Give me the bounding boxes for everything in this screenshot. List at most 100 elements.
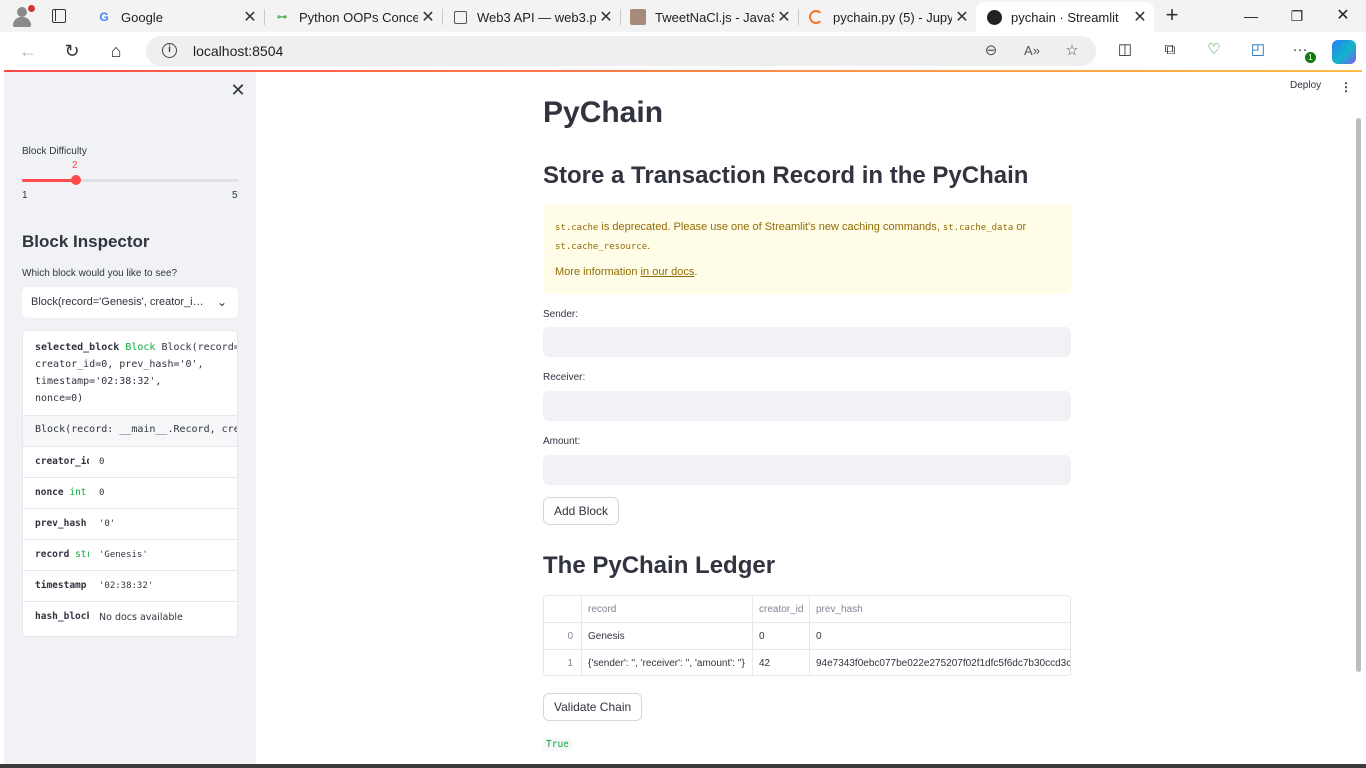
amount-input[interactable] — [543, 455, 1071, 485]
browser-tab-python-oops[interactable]: ⊶ Python OOPs Concep ✕ — [264, 4, 442, 30]
sender-input[interactable] — [543, 327, 1071, 357]
tab-title: pychain · Streamlit — [1011, 9, 1119, 25]
attribute-value: '0' — [99, 519, 116, 529]
tab-title: TweetNaCl.js - JavaSc — [655, 9, 774, 25]
table-cell: 42 — [753, 650, 810, 675]
attribute-name: record str — [35, 549, 89, 560]
browser-tab-google[interactable]: G Google ✕ — [86, 4, 264, 30]
table-row: 0 Genesis 0 0 — [544, 623, 1070, 650]
edge-bar-icon[interactable]: ◰ — [1248, 40, 1268, 60]
restore-window-icon[interactable]: ❐ — [1274, 0, 1320, 32]
url-text[interactable]: localhost:8504 — [193, 43, 283, 59]
column-header[interactable]: record — [582, 596, 753, 623]
validate-chain-button[interactable]: Validate Chain — [543, 693, 643, 721]
column-header[interactable]: creator_id — [753, 596, 810, 623]
table-cell: {'sender': '', 'receiver': '', 'amount':… — [582, 650, 753, 675]
deprecation-warning: st.cache is deprecated. Please use one o… — [543, 204, 1071, 294]
tab-title: Google — [121, 9, 163, 25]
close-window-icon[interactable]: ✕ — [1320, 0, 1366, 32]
attribute-value: '02:38:32' — [99, 581, 154, 591]
attribute-value: No docs available — [99, 612, 183, 623]
scrollbar[interactable] — [1356, 118, 1361, 672]
home-icon[interactable]: ⌂ — [104, 40, 128, 62]
help-attribute-row: prev_hash '0' — [23, 509, 237, 540]
back-icon[interactable]: ← — [16, 40, 40, 62]
table-cell: 0 — [753, 623, 810, 650]
attribute-name: creator_id — [35, 456, 89, 467]
ledger-table[interactable]: record creator_id prev_hash 0 Genesis 0 0 1 {'se… — [543, 595, 1071, 676]
jupyter-loading-icon — [808, 9, 824, 25]
profile-avatar-icon[interactable] — [10, 5, 35, 27]
split-screen-icon[interactable]: ◫ — [1115, 40, 1135, 60]
attribute-name: nonce int — [35, 487, 87, 498]
zoom-icon[interactable]: ⊖ — [982, 42, 1000, 60]
attribute-name: hash_block — [35, 611, 89, 622]
tab-title: pychain.py (5) - Jupyt — [833, 9, 952, 25]
minimize-icon[interactable]: — — [1228, 0, 1274, 32]
close-tab-icon[interactable]: ✕ — [1130, 7, 1150, 27]
amount-label: Amount: — [543, 436, 581, 447]
close-tab-icon[interactable]: ✕ — [774, 7, 794, 27]
store-heading: Store a Transaction Record in the PyChai… — [543, 162, 1029, 189]
close-tab-icon[interactable]: ✕ — [952, 7, 972, 27]
block-inspector-heading: Block Inspector — [22, 232, 150, 251]
main-menu-icon[interactable]: ⋮ — [1340, 80, 1352, 94]
tab-actions-icon[interactable] — [52, 9, 66, 23]
column-header[interactable]: prev_hash — [810, 596, 1070, 623]
table-cell: 94e7343f0ebc077be022e275207f02f1dfc5f6dc… — [816, 658, 1071, 669]
close-tab-icon[interactable]: ✕ — [418, 7, 438, 27]
browser-tab-jupyter[interactable]: pychain.py (5) - Jupyt ✕ — [798, 4, 976, 30]
help-panel: selected_block Block Block(record='Genes… — [22, 330, 238, 637]
notification-badge: 1 — [1305, 52, 1316, 63]
receiver-label: Receiver: — [543, 372, 586, 383]
help-attribute-row: record str 'Genesis' — [23, 540, 237, 571]
close-sidebar-icon[interactable]: ✕ — [228, 80, 248, 100]
tweetnacl-favicon — [630, 9, 646, 25]
help-attribute-row: creator_id 0 — [23, 447, 237, 478]
select-label: Which block would you like to see? — [22, 268, 178, 279]
add-block-button[interactable]: Add Block — [543, 497, 620, 525]
attribute-name: prev_hash — [35, 518, 87, 529]
chevron-down-icon: ⌄ — [216, 295, 228, 309]
close-tab-icon[interactable]: ✕ — [596, 7, 616, 27]
warning-text: st.cache is deprecated. Please use one o… — [555, 221, 1027, 252]
slider-max: 5 — [232, 190, 238, 201]
web3-docs-favicon — [452, 9, 468, 25]
reload-icon[interactable]: ↻ — [60, 40, 84, 62]
receiver-input[interactable] — [543, 391, 1071, 421]
help-docstring: Block(record: __main__.Record, creator_i… — [23, 415, 237, 447]
new-tab-button[interactable]: + — [1160, 4, 1184, 28]
column-header[interactable] — [544, 596, 582, 623]
browser-essentials-icon[interactable]: ♡ — [1204, 40, 1224, 60]
page-title: PyChain — [543, 96, 664, 129]
sender-label: Sender: — [543, 309, 579, 320]
tab-title: Python OOPs Concep — [299, 9, 418, 25]
docs-link[interactable]: in our docs — [641, 266, 695, 278]
table-header-row: record creator_id prev_hash — [544, 596, 1070, 623]
attribute-value: 'Genesis' — [99, 550, 148, 560]
collections-icon[interactable]: ⧉ — [1160, 40, 1180, 60]
site-info-icon[interactable]: i — [162, 43, 177, 58]
address-bar[interactable]: i localhost:8504 ⊖ A» ☆ — [146, 36, 1096, 66]
browser-tab-web3[interactable]: Web3 API — web3.py ✕ — [442, 4, 620, 30]
difficulty-slider-track[interactable] — [22, 179, 238, 182]
ledger-heading: The PyChain Ledger — [543, 552, 776, 579]
browser-tab-tweetnacl[interactable]: TweetNaCl.js - JavaSc ✕ — [620, 4, 798, 30]
difficulty-slider-thumb[interactable] — [71, 175, 81, 185]
browser-tab-streamlit[interactable]: pychain · Streamlit ✕ — [976, 2, 1154, 32]
attribute-value: 0 — [99, 457, 105, 467]
deploy-button[interactable]: Deploy — [1290, 80, 1321, 91]
favorite-star-icon[interactable]: ☆ — [1063, 42, 1081, 60]
warning-more-info: More information in our docs. — [555, 266, 698, 278]
close-tab-icon[interactable]: ✕ — [240, 7, 260, 27]
help-attribute-row: nonce int 0 — [23, 478, 237, 509]
table-cell: Genesis — [582, 623, 753, 650]
table-cell: 0 — [816, 631, 822, 642]
help-attribute-row: timestamp '02:38:32' — [23, 571, 237, 602]
table-row: 1 {'sender': '', 'receiver': '', 'amount'… — [544, 650, 1071, 675]
help-attribute-row: hash_block No docs available — [23, 602, 237, 633]
copilot-icon[interactable] — [1332, 40, 1356, 64]
row-index: 1 — [544, 650, 582, 675]
block-select[interactable]: Block(record='Genesis', creator_id=0, pr… — [22, 287, 238, 318]
read-aloud-icon[interactable]: A» — [1023, 42, 1041, 60]
